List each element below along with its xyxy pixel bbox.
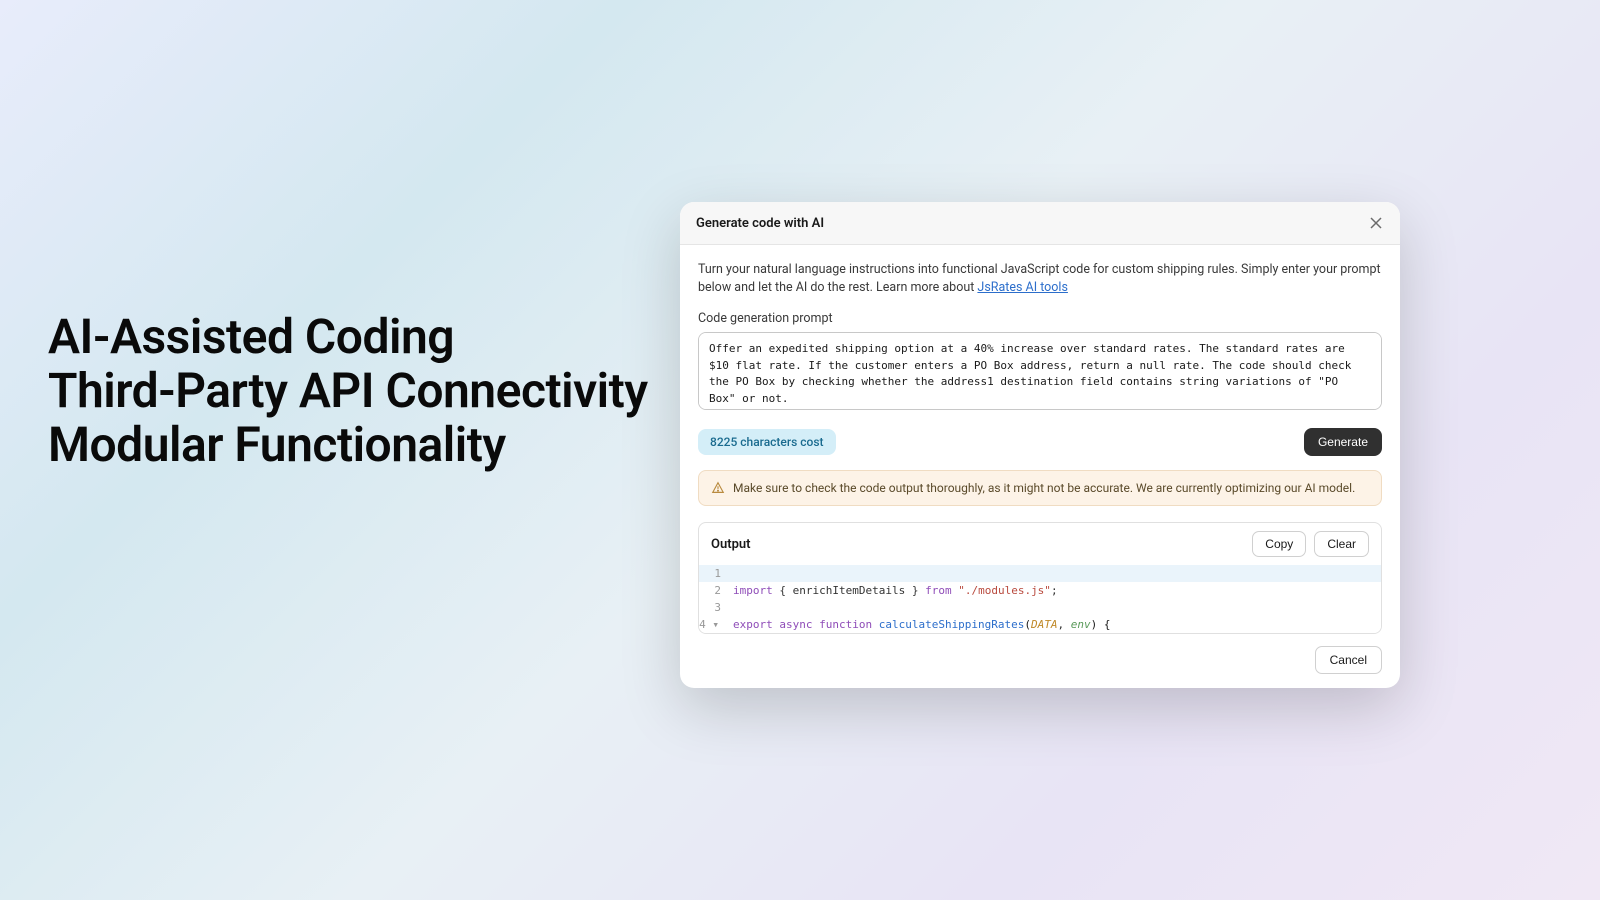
output-header: Output Copy Clear bbox=[699, 523, 1381, 565]
generate-button[interactable]: Generate bbox=[1304, 428, 1382, 456]
gutter-3: 3 bbox=[699, 599, 729, 616]
modal-header: Generate code with AI bbox=[680, 202, 1400, 245]
cancel-button[interactable]: Cancel bbox=[1315, 646, 1382, 674]
output-buttons: Copy Clear bbox=[1252, 531, 1369, 557]
code-line-3: 3 bbox=[699, 599, 1381, 616]
modal-footer: Cancel bbox=[680, 634, 1400, 688]
generate-code-modal: Generate code with AI Turn your natural … bbox=[680, 202, 1400, 688]
warning-banner: Make sure to check the code output thoro… bbox=[698, 470, 1382, 506]
prompt-textarea[interactable] bbox=[698, 332, 1382, 410]
code-line-2: 2 import { enrichItemDetails } from "./m… bbox=[699, 582, 1381, 599]
marketing-headlines: AI-Assisted Coding Third-Party API Conne… bbox=[48, 310, 648, 471]
fold-marker-icon[interactable]: ▾ bbox=[706, 618, 721, 631]
gutter-2: 2 bbox=[699, 582, 729, 599]
gutter-1: 1 bbox=[699, 565, 729, 582]
prompt-action-row: 8225 characters cost Generate bbox=[698, 428, 1382, 456]
gutter-4: 4 ▾ bbox=[699, 616, 729, 633]
close-icon[interactable] bbox=[1368, 215, 1384, 231]
headline-2: Third-Party API Connectivity bbox=[48, 364, 648, 418]
warning-text: Make sure to check the code output thoro… bbox=[733, 481, 1355, 495]
code-line-1: 1 bbox=[699, 565, 1381, 582]
clear-button[interactable]: Clear bbox=[1314, 531, 1369, 557]
output-title: Output bbox=[711, 537, 751, 552]
warning-icon bbox=[711, 481, 725, 495]
copy-button[interactable]: Copy bbox=[1252, 531, 1306, 557]
ai-tools-link[interactable]: JsRates AI tools bbox=[977, 280, 1068, 295]
code-editor[interactable]: 1 2 import { enrichItemDetails } from ".… bbox=[699, 565, 1381, 633]
modal-title: Generate code with AI bbox=[696, 216, 824, 231]
code-line-4: 4 ▾ export async function calculateShipp… bbox=[699, 616, 1381, 633]
output-section: Output Copy Clear 1 2 import { enrichIte… bbox=[698, 522, 1382, 634]
cost-badge: 8225 characters cost bbox=[698, 429, 836, 455]
modal-body: Turn your natural language instructions … bbox=[680, 245, 1400, 506]
modal-description: Turn your natural language instructions … bbox=[698, 261, 1382, 297]
headline-1: AI-Assisted Coding bbox=[48, 310, 648, 364]
prompt-label: Code generation prompt bbox=[698, 311, 1382, 326]
headline-3: Modular Functionality bbox=[48, 418, 648, 472]
